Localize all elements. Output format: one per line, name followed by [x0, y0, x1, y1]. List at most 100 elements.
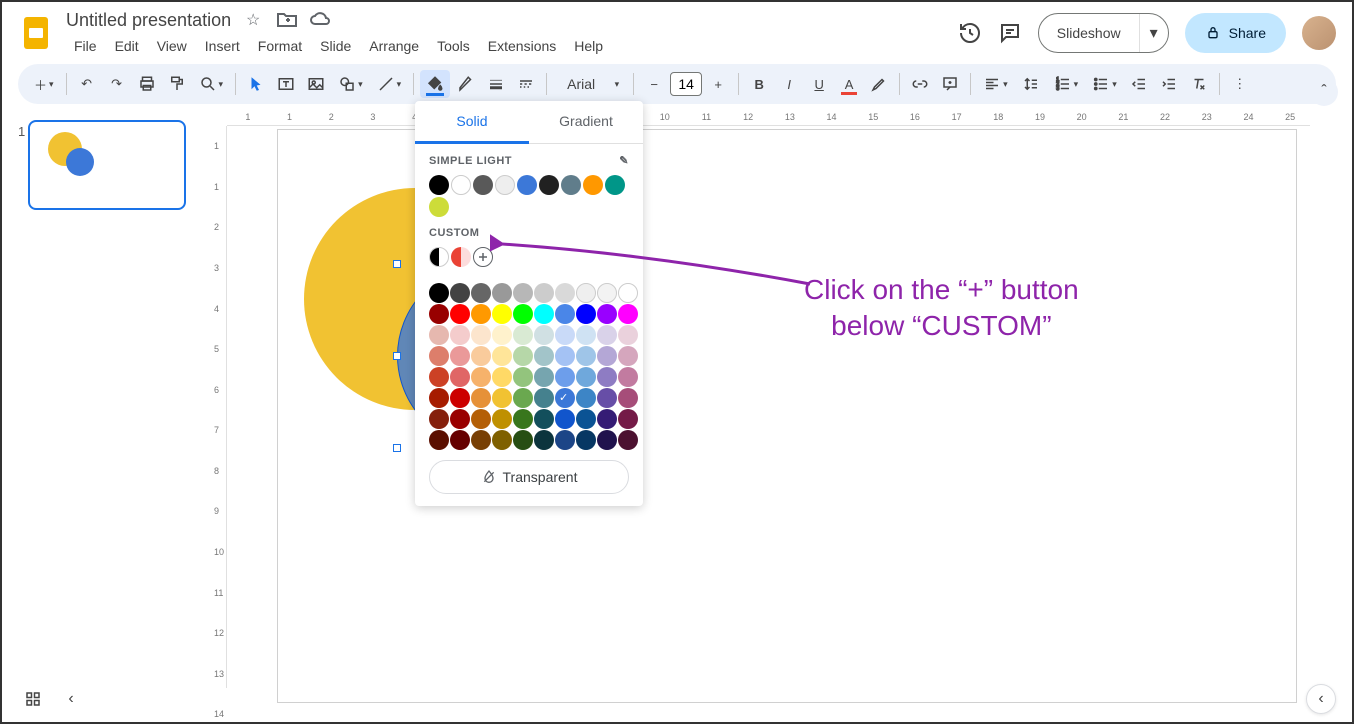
color-swatch[interactable]	[534, 430, 554, 450]
color-swatch[interactable]	[576, 409, 596, 429]
color-swatch[interactable]	[429, 367, 449, 387]
color-swatch[interactable]	[576, 325, 596, 345]
color-swatch[interactable]	[597, 409, 617, 429]
color-swatch[interactable]	[492, 325, 512, 345]
color-swatch[interactable]	[471, 430, 491, 450]
color-swatch[interactable]	[576, 304, 596, 324]
fill-color-button[interactable]	[420, 70, 450, 98]
star-icon[interactable]: ☆	[241, 8, 265, 32]
color-swatch[interactable]	[576, 430, 596, 450]
tab-gradient[interactable]: Gradient	[529, 101, 643, 143]
theme-swatch[interactable]	[561, 175, 581, 195]
menu-slide[interactable]: Slide	[312, 34, 359, 58]
menu-tools[interactable]: Tools	[429, 34, 478, 58]
theme-swatch[interactable]	[539, 175, 559, 195]
bulleted-list-button[interactable]: ▾	[1086, 70, 1123, 98]
color-swatch[interactable]	[492, 409, 512, 429]
highlight-button[interactable]	[865, 70, 893, 98]
color-swatch[interactable]	[534, 304, 554, 324]
theme-swatch[interactable]	[495, 175, 515, 195]
color-swatch[interactable]	[534, 367, 554, 387]
tab-solid[interactable]: Solid	[415, 101, 529, 144]
color-swatch[interactable]	[513, 283, 533, 303]
move-folder-icon[interactable]	[275, 8, 299, 32]
numbered-list-button[interactable]: 123▾	[1048, 70, 1085, 98]
menu-help[interactable]: Help	[566, 34, 611, 58]
menu-file[interactable]: File	[66, 34, 105, 58]
clear-formatting-button[interactable]	[1185, 70, 1213, 98]
color-swatch[interactable]	[450, 283, 470, 303]
border-weight-button[interactable]	[482, 70, 510, 98]
line-tool[interactable]: ▾	[371, 70, 408, 98]
menu-arrange[interactable]: Arrange	[361, 34, 427, 58]
color-swatch[interactable]	[534, 283, 554, 303]
color-swatch[interactable]	[471, 367, 491, 387]
color-swatch[interactable]	[534, 346, 554, 366]
color-swatch[interactable]	[618, 304, 638, 324]
color-swatch[interactable]	[555, 430, 575, 450]
color-swatch[interactable]	[618, 388, 638, 408]
increase-indent-button[interactable]	[1155, 70, 1183, 98]
menu-extensions[interactable]: Extensions	[480, 34, 564, 58]
color-swatch[interactable]	[471, 283, 491, 303]
add-custom-color-button[interactable]	[473, 247, 493, 267]
color-swatch[interactable]	[429, 430, 449, 450]
color-swatch[interactable]	[618, 367, 638, 387]
custom-swatch-half-red[interactable]	[451, 247, 471, 267]
color-swatch[interactable]	[555, 283, 575, 303]
color-swatch[interactable]	[618, 430, 638, 450]
color-swatch[interactable]	[555, 388, 575, 408]
border-color-button[interactable]	[452, 70, 480, 98]
prev-slide-button[interactable]: ‹	[56, 684, 86, 714]
color-swatch[interactable]	[513, 346, 533, 366]
color-swatch[interactable]	[492, 430, 512, 450]
transparent-button[interactable]: Transparent	[429, 460, 629, 494]
theme-swatch[interactable]	[605, 175, 625, 195]
font-size-input[interactable]	[670, 72, 702, 96]
more-tools-button[interactable]: ⋮	[1226, 70, 1254, 98]
underline-button[interactable]: U	[805, 70, 833, 98]
color-swatch[interactable]	[618, 325, 638, 345]
color-swatch[interactable]	[555, 325, 575, 345]
font-size-decrease[interactable]: −	[640, 70, 668, 98]
color-swatch[interactable]	[555, 346, 575, 366]
theme-swatch[interactable]	[517, 175, 537, 195]
new-slide-button[interactable]: ＋▾	[28, 70, 60, 98]
color-swatch[interactable]	[450, 325, 470, 345]
cloud-status-icon[interactable]	[309, 8, 333, 32]
color-swatch[interactable]	[513, 430, 533, 450]
color-swatch[interactable]	[534, 409, 554, 429]
zoom-button[interactable]: ▾	[193, 70, 230, 98]
menu-format[interactable]: Format	[250, 34, 310, 58]
menu-insert[interactable]: Insert	[197, 34, 248, 58]
color-swatch[interactable]	[450, 304, 470, 324]
slideshow-dropdown[interactable]: ▾	[1139, 14, 1168, 52]
theme-swatch[interactable]	[429, 175, 449, 195]
collapse-toolbar-button[interactable]: ˆ	[1310, 78, 1338, 106]
color-swatch[interactable]	[429, 388, 449, 408]
select-tool[interactable]	[242, 70, 270, 98]
add-comment-button[interactable]	[936, 70, 964, 98]
bold-button[interactable]: B	[745, 70, 773, 98]
slide-thumbnail-1[interactable]	[28, 120, 186, 210]
color-swatch[interactable]	[471, 388, 491, 408]
line-spacing-button[interactable]	[1016, 70, 1046, 98]
color-swatch[interactable]	[618, 283, 638, 303]
color-swatch[interactable]	[492, 283, 512, 303]
theme-swatch[interactable]	[451, 175, 471, 195]
color-swatch[interactable]	[429, 325, 449, 345]
link-button[interactable]	[906, 70, 934, 98]
align-button[interactable]: ▾	[977, 70, 1014, 98]
color-swatch[interactable]	[492, 367, 512, 387]
color-swatch[interactable]	[555, 367, 575, 387]
color-swatch[interactable]	[450, 409, 470, 429]
decrease-indent-button[interactable]	[1125, 70, 1153, 98]
color-swatch[interactable]	[450, 388, 470, 408]
print-button[interactable]	[133, 70, 161, 98]
image-tool[interactable]	[302, 70, 330, 98]
comments-icon[interactable]	[998, 21, 1022, 45]
color-swatch[interactable]	[492, 388, 512, 408]
color-swatch[interactable]	[492, 304, 512, 324]
theme-swatch[interactable]	[473, 175, 493, 195]
color-swatch[interactable]	[597, 430, 617, 450]
